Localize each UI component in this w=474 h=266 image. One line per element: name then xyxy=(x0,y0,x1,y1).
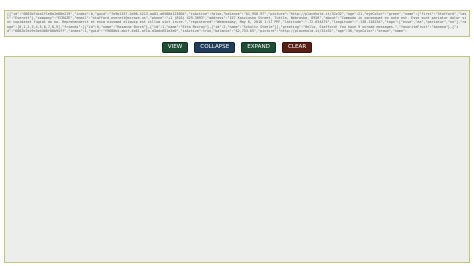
view-button[interactable]: VIEW xyxy=(161,41,189,53)
clear-button[interactable]: CLEAR xyxy=(281,41,313,53)
json-input-textarea[interactable]: [{"id":"6862b7dca1f1e8a1e86e219","index"… xyxy=(4,10,470,37)
collapse-button[interactable]: COLLAPSE xyxy=(194,41,236,53)
toolbar: VIEW COLLAPSE EXPAND CLEAR xyxy=(0,41,474,53)
expand-button[interactable]: EXPAND xyxy=(241,41,276,53)
json-tree-viewer-panel[interactable] xyxy=(4,56,470,263)
json-viewer-page: [{"id":"6862b7dca1f1e8a1e86e219","index"… xyxy=(0,0,474,266)
